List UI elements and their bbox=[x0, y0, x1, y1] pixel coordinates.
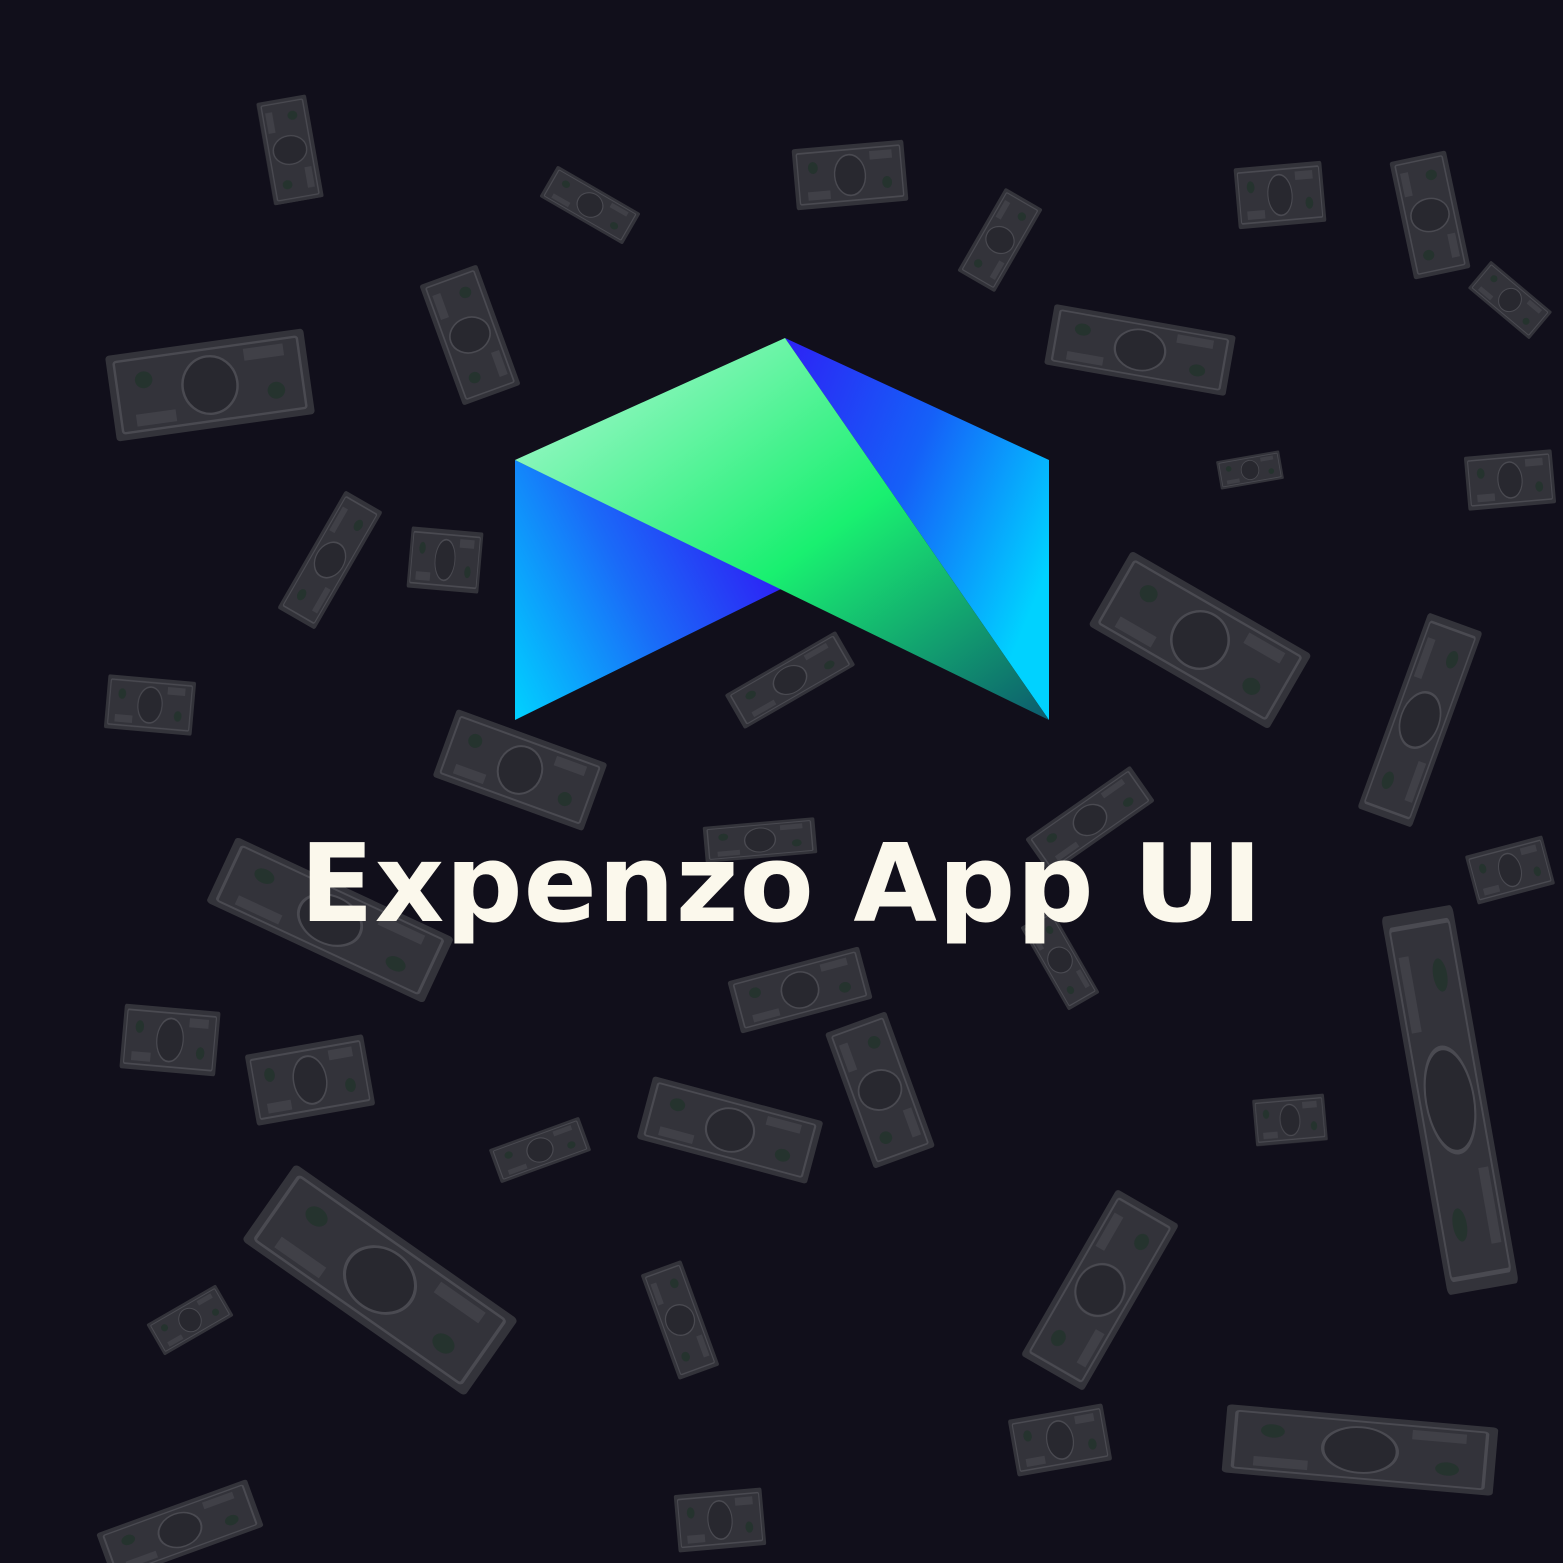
page-title: Expenzo App UI bbox=[299, 822, 1264, 947]
expenzo-logo-icon bbox=[515, 338, 1049, 720]
money-bills-background bbox=[95, 93, 1557, 1563]
